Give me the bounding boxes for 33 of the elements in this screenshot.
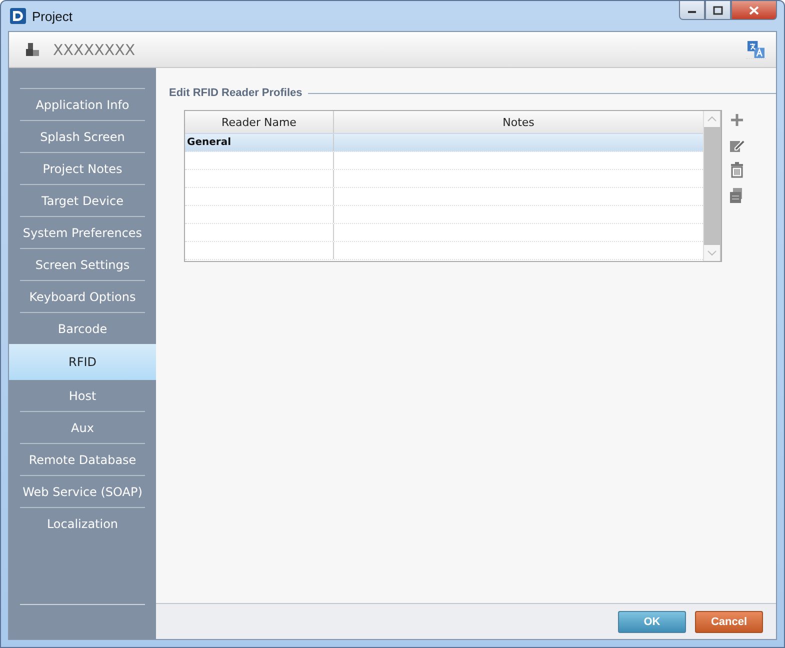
app-logo-icon: [10, 8, 26, 24]
maximize-button[interactable]: [705, 1, 731, 20]
maximize-icon: [713, 6, 723, 14]
sidebar-item[interactable]: Application Info: [20, 88, 145, 120]
sidebar-item[interactable]: Host: [20, 380, 145, 411]
sidebar-item[interactable]: System Preferences: [20, 216, 145, 248]
copy-icon[interactable]: [729, 187, 745, 203]
sidebar-item[interactable]: Project Notes: [20, 152, 145, 184]
delete-icon[interactable]: [729, 162, 745, 178]
sidebar-item[interactable]: Localization: [20, 507, 145, 539]
sidebar-item[interactable]: Target Device: [20, 184, 145, 216]
sidebar-item[interactable]: Remote Database: [20, 443, 145, 475]
sidebar-item[interactable]: Aux: [20, 411, 145, 443]
blocks-icon: [25, 42, 41, 58]
column-header[interactable]: Notes: [334, 111, 703, 133]
translate-icon[interactable]: [746, 40, 766, 58]
sidebar-item[interactable]: Screen Settings: [20, 248, 145, 280]
section-title: Edit RFID Reader Profiles: [169, 87, 302, 99]
sidebar-item[interactable]: Keyboard Options: [20, 280, 145, 312]
minimize-button[interactable]: [679, 1, 705, 20]
ok-button[interactable]: OK: [618, 610, 686, 632]
column-header[interactable]: Reader Name: [185, 111, 334, 133]
close-icon: [749, 6, 759, 14]
table-cell: General: [187, 137, 231, 148]
sidebar-item[interactable]: RFID: [9, 344, 156, 380]
close-button[interactable]: [731, 1, 777, 20]
project-name: XXXXXXXX: [53, 40, 136, 58]
table-row[interactable]: General: [185, 134, 703, 152]
add-icon[interactable]: [729, 112, 745, 128]
cancel-button[interactable]: Cancel: [695, 610, 763, 632]
sidebar-item[interactable]: Splash Screen: [20, 120, 145, 152]
window-title: Project: [32, 8, 72, 24]
sidebar-item[interactable]: Web Service (SOAP): [20, 475, 145, 507]
